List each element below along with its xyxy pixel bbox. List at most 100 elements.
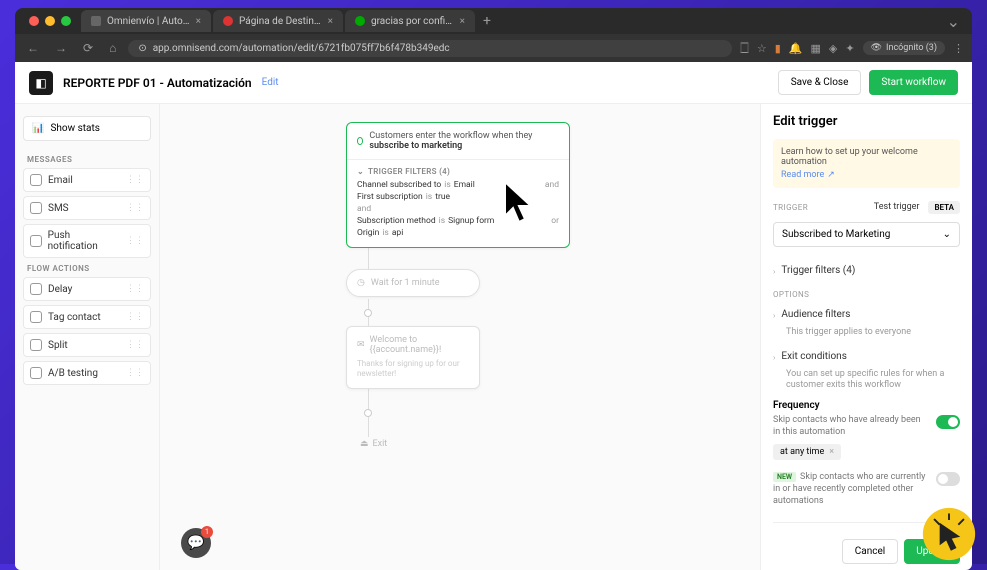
wait-label: Wait for 1 minute <box>371 278 440 288</box>
minimize-window-icon[interactable] <box>45 16 55 26</box>
exit-conditions-accordion[interactable]: › Exit conditions <box>773 345 960 368</box>
tab-title: gracias por confirmar – Tu N <box>371 16 454 27</box>
drag-handle-icon[interactable]: ⋮⋮ <box>126 312 144 322</box>
accordion-label: Exit conditions <box>781 351 846 362</box>
new-badge: NEW <box>773 472 796 482</box>
save-close-button[interactable]: Save & Close <box>778 70 862 95</box>
drag-handle-icon[interactable]: ⋮⋮ <box>126 368 144 378</box>
url-input[interactable]: ⊙ app.omnisend.com/automation/edit/6721f… <box>128 40 732 57</box>
close-tab-icon[interactable]: × <box>460 16 465 27</box>
extension-icon[interactable]: ▮ <box>775 42 781 55</box>
sidebar-item-label: Delay <box>48 284 72 295</box>
frequency-toggle-1[interactable] <box>936 415 960 429</box>
tab-title: Página de Destino - Campañ <box>239 16 322 27</box>
app-logo-icon[interactable]: ◧ <box>29 71 53 95</box>
external-link-icon: ↗ <box>827 170 835 180</box>
trigger-text-strong: subscribe to marketing <box>369 141 462 151</box>
favicon-icon <box>223 16 233 26</box>
chat-badge: 1 <box>201 526 213 538</box>
frequency-toggle-2[interactable] <box>936 472 960 486</box>
chip-remove-icon[interactable]: × <box>829 447 834 457</box>
forward-button[interactable]: → <box>51 39 71 57</box>
email-node[interactable]: ✉Welcome to {{account.name}}! Thanks for… <box>346 326 480 389</box>
reload-button[interactable]: ⟳ <box>79 39 97 57</box>
frequency-option-2-text: NEWSkip contacts who are currently in or… <box>773 472 928 507</box>
beta-badge: BETA <box>928 201 960 214</box>
site-info-icon[interactable]: ⊙ <box>138 43 146 54</box>
drag-handle-icon[interactable]: ⋮⋮ <box>126 203 144 213</box>
filter-row: and <box>357 204 559 214</box>
drag-handle-icon[interactable]: ⋮⋮ <box>126 236 144 246</box>
sidebar-item-split[interactable]: Split⋮⋮ <box>23 333 151 357</box>
chat-support-button[interactable]: 💬 1 <box>181 528 211 558</box>
trigger-select[interactable]: Subscribed to Marketing ⌄ <box>773 222 960 247</box>
sidebar-item-push[interactable]: Push notification⋮⋮ <box>23 224 151 258</box>
url-bar: ← → ⟳ ⌂ ⊙ app.omnisend.com/automation/ed… <box>15 34 972 62</box>
bookmark-icon[interactable]: ☆ <box>757 42 767 55</box>
filters-title[interactable]: ⌄TRIGGER FILTERS (4) <box>357 167 559 176</box>
extension-icon[interactable]: ▦ <box>811 42 821 55</box>
browser-tab[interactable]: Omnienvío | Automatización × <box>81 10 211 32</box>
incognito-label: Incógnito (3) <box>886 43 937 53</box>
app-topbar: ◧ REPORTE PDF 01 - Automatización Edit S… <box>15 62 972 104</box>
translate-icon[interactable]: 🀆 <box>740 41 749 55</box>
url-text: app.omnisend.com/automation/edit/6721fb0… <box>153 43 450 54</box>
workflow-canvas[interactable]: Customers enter the workflow when they s… <box>160 104 760 570</box>
trigger-filters-accordion[interactable]: › Trigger filters (4) <box>773 259 960 282</box>
exit-icon: ⏏ <box>360 439 369 449</box>
window-controls <box>21 16 79 26</box>
home-button[interactable]: ⌂ <box>105 39 120 57</box>
edit-title-link[interactable]: Edit <box>262 77 279 88</box>
close-tab-icon[interactable]: × <box>196 16 201 27</box>
wait-node[interactable]: ◷ Wait for 1 minute <box>346 269 480 297</box>
back-button[interactable]: ← <box>23 39 43 57</box>
sidebar-item-tag[interactable]: Tag contact⋮⋮ <box>23 305 151 329</box>
audience-filters-accordion[interactable]: › Audience filters <box>773 303 960 326</box>
email-preview: Thanks for signing up for our newsletter… <box>357 359 469 380</box>
start-workflow-button[interactable]: Start workflow <box>869 70 958 95</box>
sidebar-item-abtest[interactable]: A/B testing ⋮⋮ <box>23 361 151 385</box>
frequency-chip[interactable]: at any time × <box>773 444 841 460</box>
browser-tab[interactable]: gracias por confirmar – Tu N × <box>345 10 475 32</box>
extensions-puzzle-icon[interactable]: ✦ <box>845 42 854 55</box>
notification-icon[interactable]: 🔔 <box>789 42 803 55</box>
abtest-icon <box>30 367 42 379</box>
page-title: REPORTE PDF 01 - Automatización <box>63 76 252 90</box>
trigger-node[interactable]: Customers enter the workflow when they s… <box>346 122 570 248</box>
drag-handle-icon[interactable]: ⋮⋮ <box>126 340 144 350</box>
show-stats-button[interactable]: 📊 Show stats <box>23 116 151 141</box>
tab-title: Omnienvío | Automatización <box>107 16 190 27</box>
sidebar-item-label: A/B testing <box>48 368 98 379</box>
drag-handle-icon[interactable]: ⋮⋮ <box>126 175 144 185</box>
trigger-filters-section: ⌄TRIGGER FILTERS (4) Channel subscribed … <box>347 159 569 247</box>
close-window-icon[interactable] <box>29 16 39 26</box>
email-icon: ✉ <box>357 340 365 350</box>
test-trigger-link[interactable]: Test trigger <box>869 200 925 214</box>
update-button[interactable]: Update <box>904 539 960 564</box>
close-tab-icon[interactable]: × <box>328 16 333 27</box>
read-more-link[interactable]: Read more↗ <box>781 170 835 180</box>
sidebar-item-label: Email <box>48 175 73 186</box>
drag-handle-icon[interactable]: ⋮⋮ <box>126 284 144 294</box>
browser-tab[interactable]: Página de Destino - Campañ × <box>213 10 343 32</box>
extension-icon[interactable]: ◈ <box>829 42 837 55</box>
sidebar-item-sms[interactable]: SMS⋮⋮ <box>23 196 151 220</box>
frequency-title: Frequency <box>773 400 960 411</box>
exit-node[interactable]: ⏏ Exit <box>360 439 387 449</box>
section-title-flow: FLOW ACTIONS <box>27 264 147 273</box>
email-icon <box>30 174 42 186</box>
filter-row: Subscription methodisSignup formor <box>357 216 559 226</box>
sidebar-item-delay[interactable]: Delay ⋮⋮ <box>23 277 151 301</box>
new-tab-button[interactable]: + <box>477 13 497 29</box>
menu-icon[interactable]: ⋮ <box>953 42 964 55</box>
maximize-window-icon[interactable] <box>61 16 71 26</box>
clock-icon: ◷ <box>357 278 365 288</box>
chevron-down-icon: ⌄ <box>357 167 364 176</box>
filter-row: Originisapi <box>357 228 559 238</box>
cancel-button[interactable]: Cancel <box>842 539 898 564</box>
tabs-dropdown-icon[interactable]: ⌄ <box>947 12 966 31</box>
add-step-button[interactable] <box>364 409 372 417</box>
frequency-option-1-text: Skip contacts who have already been in t… <box>773 415 928 438</box>
sidebar-item-email[interactable]: Email ⋮⋮ <box>23 168 151 192</box>
add-step-button[interactable] <box>364 309 372 317</box>
